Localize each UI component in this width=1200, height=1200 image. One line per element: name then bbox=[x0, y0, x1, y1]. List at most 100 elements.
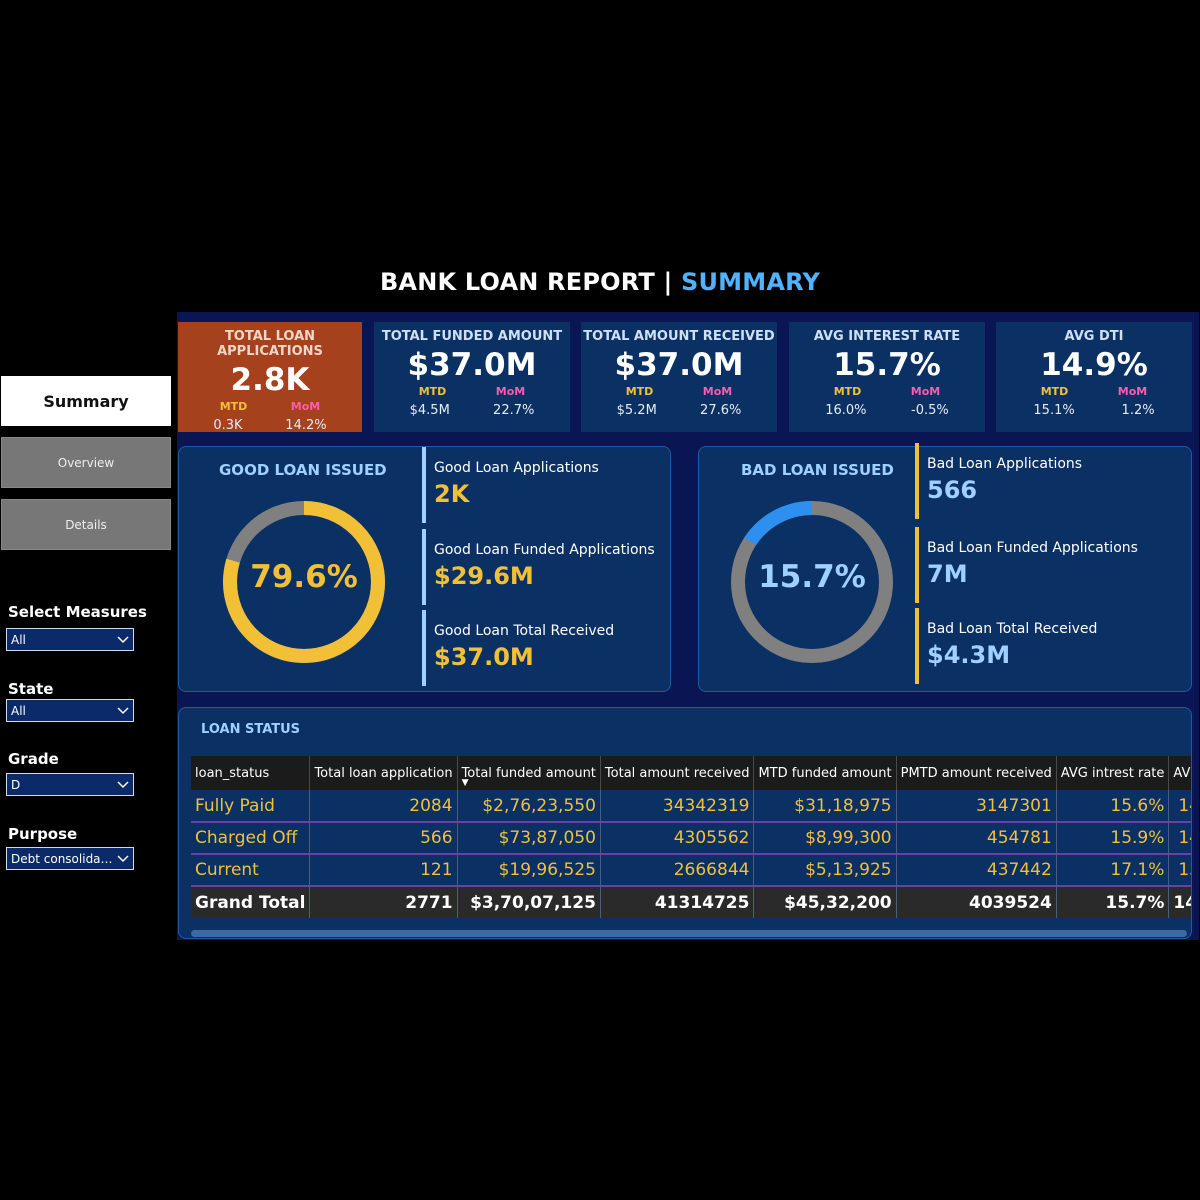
kpi-title: TOTAL AMOUNT RECEIVED bbox=[583, 329, 775, 344]
good-loan-received: Good Loan Total Received $37.0M bbox=[422, 610, 614, 686]
kpi-value: 14.9% bbox=[1040, 347, 1148, 383]
metric-value: $4.3M bbox=[927, 641, 1011, 669]
metric-label: Good Loan Applications bbox=[434, 460, 599, 476]
mom-value: -0.5% bbox=[911, 403, 949, 418]
filter-label-grade: Grade bbox=[8, 750, 59, 768]
column-header[interactable]: loan_status bbox=[191, 756, 311, 790]
table-header-row: loan_status Total loan application Total… bbox=[191, 756, 1191, 790]
good-loan-donut[interactable]: 79.6% bbox=[219, 497, 389, 667]
column-header[interactable]: AVG intrest rate bbox=[1056, 756, 1170, 790]
metric-value: 2K bbox=[434, 480, 470, 508]
table-cell: 15.6% bbox=[1056, 790, 1170, 823]
kpi-title: TOTAL LOAN APPLICATIONS bbox=[217, 329, 323, 359]
table-cell: 17.1% bbox=[1056, 854, 1170, 887]
table-row[interactable]: Charged Off 566 $73,87,050 4305562 $8,99… bbox=[191, 822, 1191, 855]
chevron-down-icon bbox=[113, 775, 133, 795]
table-cell: 2084 bbox=[309, 790, 458, 823]
loan-status-title: LOAN STATUS bbox=[201, 722, 301, 737]
horizontal-scrollbar[interactable] bbox=[191, 930, 1187, 937]
metric-label: Bad Loan Funded Applications bbox=[927, 540, 1138, 556]
mtd-value: $5.2M bbox=[616, 403, 657, 418]
table-cell: $31,18,975 bbox=[753, 790, 897, 823]
column-header[interactable]: PMTD amount received bbox=[896, 756, 1057, 790]
nav-summary-button[interactable]: Summary bbox=[1, 376, 171, 426]
grade-dropdown[interactable]: D bbox=[6, 773, 134, 796]
table-cell: 15.9% bbox=[1056, 822, 1170, 855]
table-cell: 34342319 bbox=[600, 790, 755, 823]
table-row[interactable]: Fully Paid 2084 $2,76,23,550 34342319 $3… bbox=[191, 790, 1191, 823]
table-cell: 14.8% bbox=[1168, 790, 1191, 823]
bad-loan-received: Bad Loan Total Received $4.3M bbox=[915, 608, 1097, 684]
table-cell: $45,32,200 bbox=[753, 886, 897, 918]
column-header[interactable]: Total amount received bbox=[600, 756, 755, 790]
metric-label: Good Loan Total Received bbox=[434, 623, 615, 639]
kpi-value: $37.0M bbox=[407, 347, 537, 383]
purpose-dropdown[interactable]: Debt consolidati... bbox=[6, 847, 134, 870]
table-cell: 15.7% bbox=[1056, 886, 1170, 918]
mtd-label: MTD bbox=[1040, 385, 1069, 398]
mom-value: 22.7% bbox=[493, 403, 535, 418]
bad-loan-title: BAD LOAN ISSUED bbox=[741, 461, 894, 479]
chevron-down-icon bbox=[113, 701, 133, 721]
chevron-down-icon bbox=[113, 630, 133, 650]
bad-loan-funded: Bad Loan Funded Applications 7M bbox=[915, 527, 1138, 603]
kpi-total-loan-applications[interactable]: TOTAL LOAN APPLICATIONS 2.8K MTD MoM 0.3K… bbox=[178, 322, 362, 433]
mom-label: MoM bbox=[495, 385, 526, 398]
kpi-title: TOTAL FUNDED AMOUNT bbox=[381, 329, 563, 344]
report-title-main: BANK LOAN REPORT bbox=[379, 268, 655, 296]
loan-status-table: loan_status Total loan application Total… bbox=[191, 756, 1191, 918]
table-cell: $5,13,925 bbox=[753, 854, 897, 887]
metric-value: $29.6M bbox=[434, 562, 534, 590]
report-title-accent: SUMMARY bbox=[681, 268, 821, 296]
mtd-value: 15.1% bbox=[1033, 403, 1075, 418]
column-header[interactable]: MTD funded amount bbox=[753, 756, 897, 790]
table-row[interactable]: Current 121 $19,96,525 2666844 $5,13,925… bbox=[191, 854, 1191, 887]
state-dropdown[interactable]: All bbox=[6, 699, 134, 722]
mom-value: 27.6% bbox=[700, 403, 742, 418]
mtd-value: 16.0% bbox=[825, 403, 867, 418]
bad-loan-percent: 15.7% bbox=[758, 559, 866, 595]
sort-descending-icon[interactable]: ▼ bbox=[462, 778, 469, 788]
table-cell: Grand Total bbox=[191, 886, 311, 918]
column-header[interactable]: Total loan application bbox=[309, 756, 458, 790]
state-dropdown-value: All bbox=[11, 703, 26, 718]
column-header[interactable]: AVG DTI bbox=[1168, 756, 1191, 790]
table-cell: 2666844 bbox=[600, 854, 755, 887]
kpi-total-funded-amount[interactable]: TOTAL FUNDED AMOUNT $37.0M MTD MoM $4.5M 2… bbox=[374, 322, 570, 432]
table-cell: Fully Paid bbox=[191, 790, 311, 823]
mtd-value: 0.3K bbox=[213, 418, 243, 433]
column-header-label: Total funded amount bbox=[461, 765, 596, 781]
table-cell: 4039524 bbox=[896, 886, 1057, 918]
table-cell: 121 bbox=[309, 854, 458, 887]
table-cell: 41314725 bbox=[600, 886, 755, 918]
mom-label: MoM bbox=[702, 385, 733, 398]
nav-details-button[interactable]: Details bbox=[1, 499, 171, 550]
nav-overview-button[interactable]: Overview bbox=[1, 437, 171, 488]
column-header[interactable]: Total funded amount ▼ bbox=[457, 756, 601, 790]
table-cell: 3147301 bbox=[896, 790, 1057, 823]
metric-value: $37.0M bbox=[434, 643, 534, 671]
metric-label: Bad Loan Applications bbox=[927, 456, 1083, 472]
kpi-title: AVG DTI bbox=[1064, 329, 1124, 344]
loan-status-panel: LOAN STATUS loan_status Total loan appli… bbox=[178, 707, 1192, 939]
mom-value: 14.2% bbox=[285, 418, 327, 433]
table-cell: Current bbox=[191, 854, 311, 887]
purpose-dropdown-value: Debt consolidati... bbox=[11, 851, 113, 866]
bad-loan-donut[interactable]: 15.7% bbox=[727, 497, 897, 667]
table-cell: 14.9% bbox=[1168, 886, 1191, 918]
kpi-avg-interest-rate[interactable]: AVG INTEREST RATE 15.7% MTD MoM 16.0% -0.5… bbox=[789, 322, 985, 432]
kpi-avg-dti[interactable]: AVG DTI 14.9% MTD MoM 15.1% 1.2% bbox=[996, 322, 1192, 432]
good-loan-applications: Good Loan Applications 2K bbox=[422, 447, 599, 523]
table-cell: 437442 bbox=[896, 854, 1057, 887]
table-cell: Charged Off bbox=[191, 822, 311, 855]
table-cell: 454781 bbox=[896, 822, 1057, 855]
table-cell: $3,70,07,125 bbox=[457, 886, 601, 918]
metric-value: 566 bbox=[927, 476, 978, 504]
mtd-label: MTD bbox=[833, 385, 862, 398]
grand-total-row[interactable]: Grand Total 2771 $3,70,07,125 41314725 $… bbox=[191, 886, 1191, 918]
title-separator: | bbox=[663, 268, 673, 296]
filter-label-state: State bbox=[8, 680, 54, 698]
table-cell: 15.5% bbox=[1168, 854, 1191, 887]
kpi-total-amount-received[interactable]: TOTAL AMOUNT RECEIVED $37.0M MTD MoM $5.2… bbox=[581, 322, 777, 432]
measures-dropdown[interactable]: All bbox=[6, 628, 134, 651]
